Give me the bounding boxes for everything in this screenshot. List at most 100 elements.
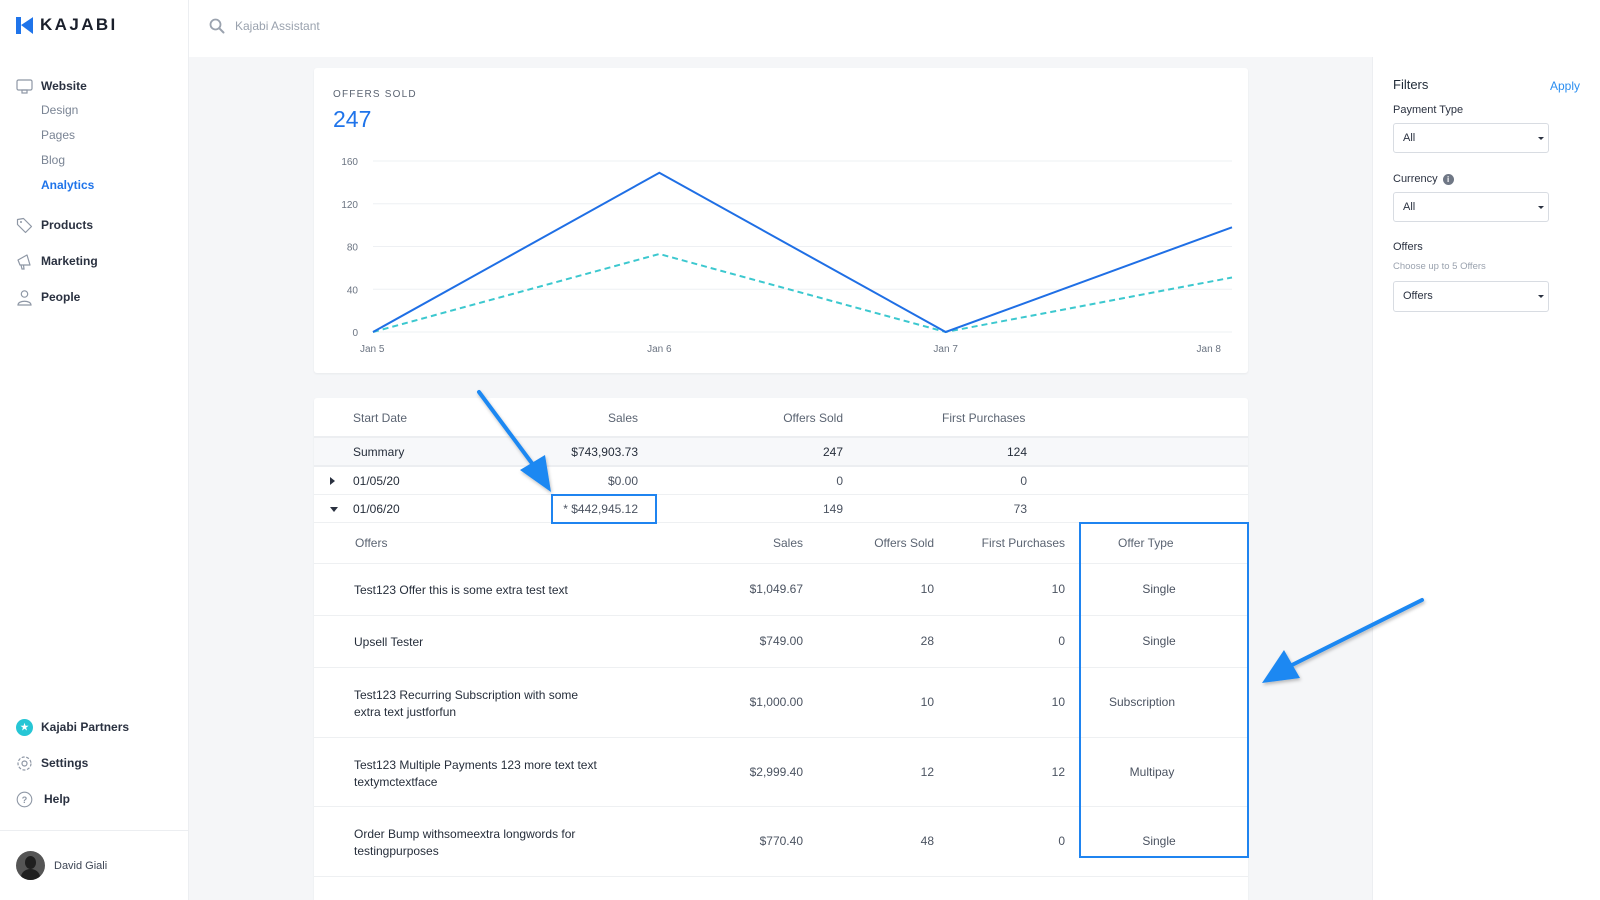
chevron-down-icon bbox=[1538, 206, 1544, 209]
table-row[interactable]: 01/05/20 $0.00 0 0 bbox=[314, 467, 1248, 495]
filters-panel: Filters Apply Payment Type All Currency … bbox=[1372, 57, 1600, 900]
sub-column-sales[interactable]: Sales bbox=[773, 536, 803, 550]
column-header-sales[interactable]: Sales bbox=[608, 411, 638, 425]
offers-label: Offers bbox=[1393, 241, 1423, 253]
column-header-first-purchases[interactable]: First Purchases bbox=[942, 411, 1025, 425]
y-tick-label: 80 bbox=[347, 243, 359, 254]
offer-first-purchases: 0 bbox=[1058, 634, 1065, 648]
summary-offers-sold: 247 bbox=[822, 445, 843, 459]
sub-column-offers-sold[interactable]: Offers Sold bbox=[874, 536, 934, 550]
x-tick-label: Jan 6 bbox=[647, 344, 672, 355]
collapse-caret-icon[interactable] bbox=[330, 507, 338, 512]
star-badge-icon: ★ bbox=[16, 718, 33, 736]
sidebar-item-settings[interactable]: Settings bbox=[0, 752, 189, 774]
sidebar-item-label: Settings bbox=[41, 756, 89, 770]
offer-name[interactable]: Upsell Tester bbox=[354, 634, 604, 651]
x-tick-label: Jan 8 bbox=[1197, 344, 1222, 355]
column-header-offers-sold[interactable]: Offers Sold bbox=[783, 411, 843, 425]
sidebar-item-marketing[interactable]: Marketing bbox=[0, 251, 189, 271]
user-profile[interactable]: David Giali bbox=[0, 830, 189, 900]
sidebar-subitem-design[interactable]: Design bbox=[0, 98, 189, 123]
user-name: David Giali bbox=[54, 859, 108, 872]
payment-type-select[interactable]: All bbox=[1393, 123, 1549, 153]
info-icon[interactable]: i bbox=[1442, 173, 1454, 185]
offer-sales: $749.00 bbox=[759, 634, 803, 648]
offer-name[interactable]: Order Bump withsomeextra longwords for t… bbox=[354, 826, 604, 860]
assistant-search[interactable]: Kajabi Assistant bbox=[209, 18, 320, 34]
apply-filters-button[interactable]: Apply bbox=[1550, 79, 1580, 93]
offer-sales: $770.40 bbox=[759, 834, 803, 848]
offer-offers-sold: 28 bbox=[920, 634, 934, 648]
currency-select[interactable]: All bbox=[1393, 192, 1549, 222]
row-first-purchases: 73 bbox=[1013, 502, 1027, 516]
expand-caret-icon[interactable] bbox=[330, 477, 335, 485]
monitor-icon bbox=[16, 78, 33, 95]
kajabi-logo-icon bbox=[16, 16, 33, 34]
offer-offers-sold: 10 bbox=[920, 695, 934, 709]
payment-type-label-text: Payment Type bbox=[1393, 104, 1464, 116]
sub-column-offers[interactable]: Offers bbox=[355, 536, 387, 550]
offer-first-purchases: 12 bbox=[1051, 765, 1065, 779]
kajabi-logo[interactable]: KAJABI bbox=[16, 15, 118, 35]
offers-label-text: Offers bbox=[1393, 241, 1423, 253]
sidebar-item-label: People bbox=[41, 290, 81, 304]
chevron-down-icon bbox=[1538, 137, 1544, 140]
sidebar-subitem-blog[interactable]: Blog bbox=[0, 148, 189, 173]
offer-sales: $2,999.40 bbox=[749, 765, 803, 779]
row-offers-sold: 0 bbox=[836, 474, 843, 488]
svg-text:?: ? bbox=[22, 795, 28, 805]
x-tick-label: Jan 7 bbox=[933, 344, 958, 355]
line-chart: 0 40 80 120 160 Jan 5 Jan 6 Jan 7 Jan 8 bbox=[341, 157, 1233, 355]
sidebar-item-products[interactable]: Products bbox=[0, 215, 189, 235]
offer-offers-sold: 48 bbox=[920, 834, 934, 848]
sidebar-item-website[interactable]: Website bbox=[0, 76, 189, 96]
offer-sales: $1,049.67 bbox=[749, 582, 803, 596]
y-tick-label: 0 bbox=[352, 328, 358, 339]
row-date: 01/06/20 bbox=[353, 502, 400, 516]
offers-select[interactable]: Offers bbox=[1393, 281, 1549, 312]
sidebar-subitem-analytics[interactable]: Analytics bbox=[0, 173, 189, 198]
sales-table: Start Date Sales Offers Sold First Purch… bbox=[314, 398, 1249, 900]
summary-first-purchases: 124 bbox=[1006, 445, 1027, 459]
payment-type-value: All bbox=[1403, 132, 1416, 144]
offer-offers-sold: 12 bbox=[920, 765, 934, 779]
series-line-first-purchases bbox=[372, 252, 1233, 334]
sidebar-item-people[interactable]: People bbox=[0, 287, 189, 307]
sidebar-item-kajabi-partners[interactable]: ★ Kajabi Partners bbox=[0, 716, 189, 738]
sidebar-subitem-pages[interactable]: Pages bbox=[0, 123, 189, 148]
offers-hint: Choose up to 5 Offers bbox=[1393, 261, 1486, 272]
y-tick-label: 160 bbox=[341, 157, 358, 168]
series-line-offers-sold bbox=[372, 171, 1233, 334]
offer-name[interactable]: Test123 Multiple Payments 123 more text … bbox=[354, 757, 604, 791]
currency-value: All bbox=[1403, 201, 1416, 213]
sidebar-item-help[interactable]: ? Help bbox=[0, 788, 189, 810]
column-header-start-date[interactable]: Start Date bbox=[353, 411, 407, 425]
offer-name[interactable]: Test123 Offer this is some extra test te… bbox=[354, 582, 604, 599]
offer-offers-sold: 10 bbox=[920, 582, 934, 596]
currency-label: Currency i bbox=[1393, 173, 1454, 185]
tag-icon bbox=[16, 217, 33, 234]
person-icon bbox=[16, 289, 33, 306]
sub-column-first-purchases[interactable]: First Purchases bbox=[982, 536, 1065, 550]
megaphone-icon bbox=[16, 253, 33, 270]
sidebar-item-label: Marketing bbox=[41, 254, 98, 268]
table-row[interactable]: 01/06/20 * $442,945.12 149 73 bbox=[314, 495, 1248, 523]
offers-sold-chart-card: OFFERS SOLD 247 0 40 80 120 160 Jan 5 Jan 6 Jan… bbox=[314, 68, 1248, 373]
offer-first-purchases: 0 bbox=[1058, 834, 1065, 848]
sidebar-item-label: Help bbox=[44, 792, 71, 806]
gear-icon bbox=[16, 755, 33, 772]
offer-type-highlight-box bbox=[1079, 522, 1249, 858]
offer-name[interactable]: Test123 Recurring Subscription with some… bbox=[354, 687, 604, 721]
brand-name: KAJABI bbox=[40, 15, 118, 34]
y-tick-label: 120 bbox=[341, 200, 358, 211]
top-header: Kajabi Assistant bbox=[189, 0, 1600, 57]
sidebar: KAJABI Website Design Pages Blog Analyti… bbox=[0, 0, 189, 900]
sidebar-item-label: Website bbox=[41, 79, 87, 93]
summary-label: Summary bbox=[353, 445, 405, 459]
offers-value: Offers bbox=[1403, 290, 1433, 302]
help-icon: ? bbox=[16, 791, 33, 808]
row-offers-sold: 149 bbox=[822, 502, 843, 516]
search-input[interactable]: Kajabi Assistant bbox=[235, 19, 320, 33]
offer-first-purchases: 10 bbox=[1051, 582, 1065, 596]
payment-type-label: Payment Type bbox=[1393, 104, 1463, 116]
